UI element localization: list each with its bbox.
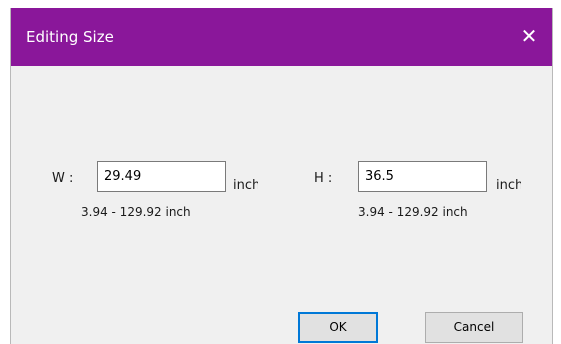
width-range-hint: 3.94 - 129.92 inch: [81, 205, 191, 219]
close-icon[interactable]: ✕: [516, 24, 542, 48]
height-range-hint: 3.94 - 129.92 inch: [358, 205, 468, 219]
ok-button[interactable]: OK: [298, 312, 378, 343]
height-input[interactable]: [358, 161, 487, 192]
height-unit-label: inch: [496, 178, 521, 193]
screen-background: Editing Size ✕ W : inch 3.94 - 129.92 in…: [0, 0, 561, 344]
width-unit-label: inch: [233, 178, 258, 193]
dialog-body: W : inch 3.94 - 129.92 inch H : inch 3.9…: [11, 66, 552, 344]
width-input[interactable]: [97, 161, 226, 192]
height-label: H :: [314, 171, 333, 186]
width-label: W :: [52, 171, 74, 186]
cancel-button[interactable]: Cancel: [425, 312, 523, 343]
editing-size-dialog: Editing Size ✕ W : inch 3.94 - 129.92 in…: [10, 8, 553, 344]
dialog-title: Editing Size: [26, 28, 114, 46]
dialog-titlebar: Editing Size ✕: [11, 8, 552, 66]
